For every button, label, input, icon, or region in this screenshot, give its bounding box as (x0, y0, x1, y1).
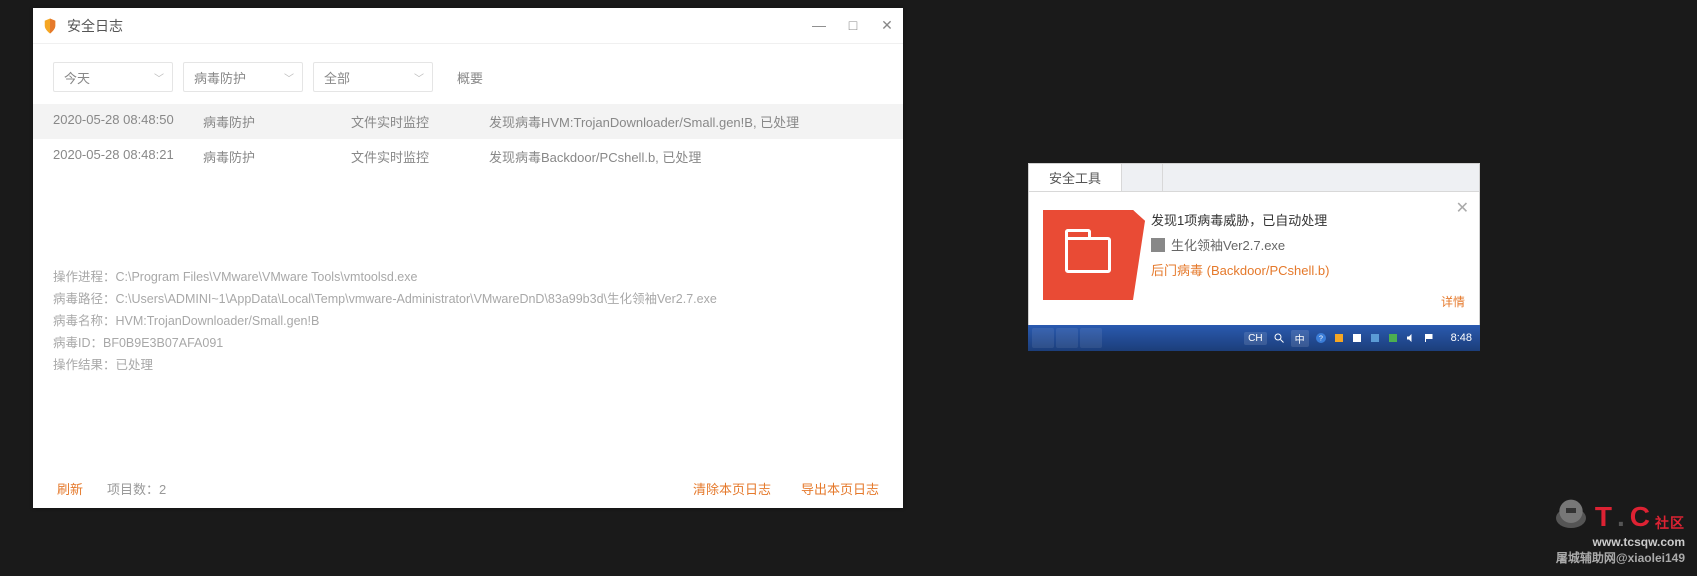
folder-icon (1065, 237, 1111, 273)
minimize-button[interactable]: — (811, 17, 827, 34)
taskbar-item[interactable] (1080, 328, 1102, 348)
summary-header: 概要 (443, 68, 483, 87)
date-filter[interactable]: 今天 ﹀ (53, 62, 173, 92)
taskbar-item[interactable] (1056, 328, 1078, 348)
popup-filename: 生化领袖Ver2.7.exe (1171, 235, 1285, 254)
clear-log-button[interactable]: 清除本页日志 (693, 479, 771, 498)
clock[interactable]: 8:48 (1451, 332, 1472, 344)
cell-summary: 发现病毒Backdoor/PCshell.b, 已处理 (489, 147, 883, 166)
brand-suffix: 社区 (1655, 513, 1685, 533)
window-title: 安全日志 (67, 16, 123, 36)
scope-filter[interactable]: 全部 ﹀ (313, 62, 433, 92)
help-icon[interactable]: ? (1315, 332, 1327, 344)
table-row[interactable]: 2020-05-28 08:48:21 病毒防护 文件实时监控 发现病毒Back… (33, 139, 903, 174)
cell-summary: 发现病毒HVM:TrojanDownloader/Small.gen!B, 已处… (489, 112, 883, 131)
popup-text: 发现1项病毒威胁，已自动处理 生化领袖Ver2.7.exe 后门病毒 (Back… (1151, 210, 1465, 300)
taskbar-left (1028, 328, 1102, 348)
watermark-logo: T . C 社区 (1551, 493, 1685, 533)
tray-icon[interactable] (1387, 332, 1399, 344)
popup-file: 生化领袖Ver2.7.exe (1151, 235, 1465, 254)
tray-icon[interactable] (1351, 332, 1363, 344)
popup-detail-link[interactable]: 详情 (1441, 293, 1465, 310)
system-tray: CH 中 ? 8:48 (1244, 330, 1480, 347)
search-icon[interactable] (1273, 332, 1285, 344)
detail-id: 病毒ID：BF0B9E3B07AFA091 (53, 332, 883, 354)
cell-time: 2020-05-28 08:48:21 (53, 147, 203, 166)
popup-tab-inactive[interactable] (1122, 164, 1163, 191)
filter-row: 今天 ﹀ 病毒防护 ﹀ 全部 ﹀ 概要 (33, 44, 903, 104)
tray-icon[interactable] (1369, 332, 1381, 344)
popup-body: ✕ 发现1项病毒威胁，已自动处理 生化领袖Ver2.7.exe 后门病毒 (Ba… (1029, 192, 1479, 310)
detail-process: 操作进程：C:\Program Files\VMware\VMware Tool… (53, 266, 883, 288)
security-log-window: 安全日志 — □ ✕ 今天 ﹀ 病毒防护 ﹀ 全部 ﹀ 概要 2020-05-2… (33, 8, 903, 508)
watermark-handle: 屠城辅助网@xiaolei149 (1551, 549, 1685, 566)
scope-filter-label: 全部 (324, 68, 350, 87)
detail-path: 病毒路径：C:\Users\ADMINI~1\AppData\Local\Tem… (53, 288, 883, 310)
log-table: 2020-05-28 08:48:50 病毒防护 文件实时监控 发现病毒HVM:… (33, 104, 903, 174)
detail-panel: 操作进程：C:\Program Files\VMware\VMware Tool… (53, 266, 883, 376)
chevron-down-icon: ﹀ (284, 70, 294, 85)
taskbar-item[interactable] (1032, 328, 1054, 348)
chevron-down-icon: ﹀ (414, 70, 424, 85)
close-button[interactable]: ✕ (879, 17, 895, 34)
tray-icon[interactable] (1333, 332, 1345, 344)
brand-t: T (1595, 501, 1613, 533)
table-row[interactable]: 2020-05-28 08:48:50 病毒防护 文件实时监控 发现病毒HVM:… (33, 104, 903, 139)
volume-icon[interactable] (1405, 332, 1417, 344)
lang-indicator[interactable]: CH (1244, 332, 1266, 345)
popup-title: 发现1项病毒威胁，已自动处理 (1151, 210, 1465, 229)
item-count: 项目数：2 (107, 479, 166, 498)
export-log-button[interactable]: 导出本页日志 (801, 479, 879, 498)
cell-source: 文件实时监控 (351, 112, 489, 131)
app-icon (41, 17, 59, 35)
refresh-button[interactable]: 刷新 (57, 479, 83, 498)
popup-tab-active[interactable]: 安全工具 (1029, 164, 1122, 191)
alert-badge (1043, 210, 1133, 300)
detail-name: 病毒名称：HVM:TrojanDownloader/Small.gen!B (53, 310, 883, 332)
cell-source: 文件实时监控 (351, 147, 489, 166)
threat-popup: 安全工具 ✕ 发现1项病毒威胁，已自动处理 生化领袖Ver2.7.exe 后门病… (1028, 163, 1480, 351)
helmet-icon (1551, 493, 1591, 533)
window-controls: — □ ✕ (811, 17, 895, 34)
taskbar: CH 中 ? 8:48 (1028, 325, 1480, 351)
watermark-url: www.tcsqw.com (1551, 535, 1685, 549)
svg-text:?: ? (1319, 336, 1323, 343)
popup-tab-label: 安全工具 (1049, 168, 1101, 187)
watermark: T . C 社区 www.tcsqw.com 屠城辅助网@xiaolei149 (1551, 493, 1685, 566)
popup-threat: 后门病毒 (Backdoor/PCshell.b) (1151, 260, 1465, 279)
cell-type: 病毒防护 (203, 112, 351, 131)
detail-result: 操作结果：已处理 (53, 354, 883, 376)
flag-icon[interactable] (1423, 332, 1435, 344)
exe-icon (1151, 238, 1165, 252)
brand-c: C (1630, 501, 1651, 533)
date-filter-label: 今天 (64, 68, 90, 87)
maximize-button[interactable]: □ (845, 17, 861, 34)
titlebar: 安全日志 — □ ✕ (33, 8, 903, 44)
category-filter-label: 病毒防护 (194, 68, 246, 87)
cell-type: 病毒防护 (203, 147, 351, 166)
popup-tabs: 安全工具 (1029, 164, 1479, 192)
popup-close-icon[interactable]: ✕ (1456, 198, 1469, 218)
ime-indicator[interactable]: 中 (1291, 330, 1309, 347)
footer: 刷新 项目数：2 清除本页日志 导出本页日志 (33, 468, 903, 508)
cell-time: 2020-05-28 08:48:50 (53, 112, 203, 131)
category-filter[interactable]: 病毒防护 ﹀ (183, 62, 303, 92)
chevron-down-icon: ﹀ (154, 70, 164, 85)
